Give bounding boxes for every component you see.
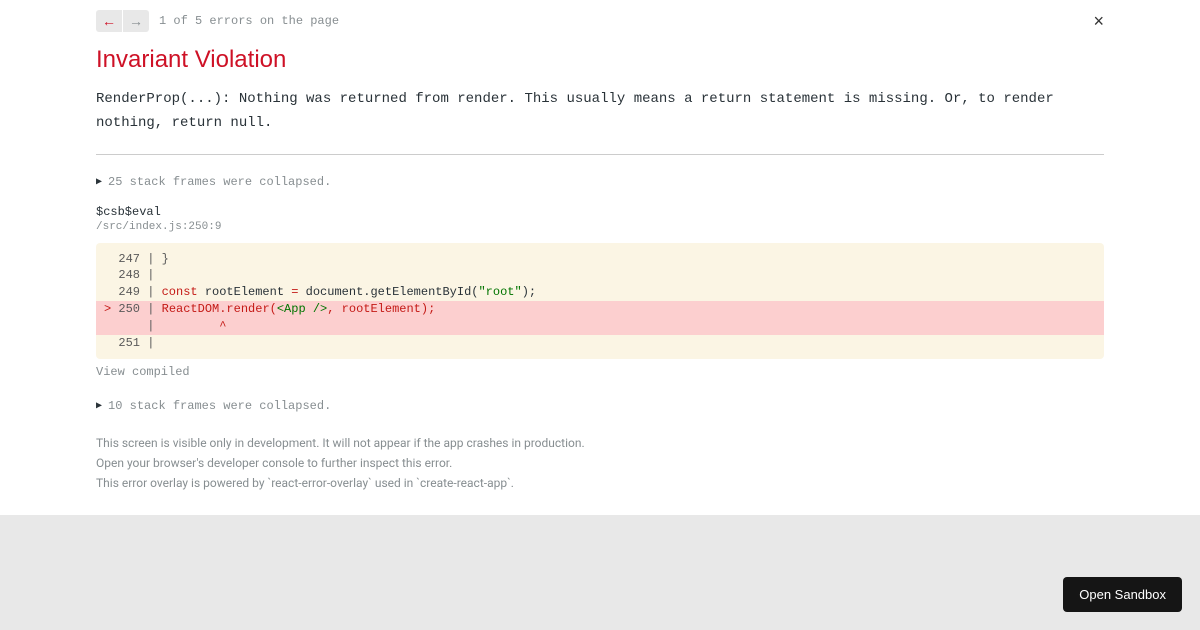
code-block: 247 | } 248 | 249 | const rootElement = … xyxy=(96,243,1104,360)
error-title: Invariant Violation xyxy=(96,46,1104,74)
code-gutter-250: 250 | xyxy=(111,302,161,316)
stack-collapse-label: 25 stack frames were collapsed. xyxy=(108,175,331,189)
view-compiled-link[interactable]: View compiled xyxy=(96,365,1104,379)
code-text: .render( xyxy=(219,302,277,316)
footer-line-2: Open your browser's developer console to… xyxy=(96,455,1104,472)
code-caret: ^ xyxy=(219,319,226,333)
prev-error-button[interactable]: ← xyxy=(96,10,122,32)
error-message: RenderProp(...): Nothing was returned fr… xyxy=(96,88,1104,136)
stack-collapse-bottom[interactable]: ▶ 10 stack frames were collapsed. xyxy=(96,399,1104,413)
stack-collapse-label: 10 stack frames were collapsed. xyxy=(108,399,331,413)
code-text: ); xyxy=(522,285,536,299)
expand-icon: ▶ xyxy=(96,176,102,188)
open-sandbox-button[interactable]: Open Sandbox xyxy=(1063,577,1182,612)
code-line-247: 247 | } xyxy=(104,252,169,266)
code-text: rootElement xyxy=(198,285,292,299)
footer-line-1: This screen is visible only in developme… xyxy=(96,435,1104,452)
close-icon[interactable]: × xyxy=(1093,12,1104,30)
code-line-251: 251 | xyxy=(104,336,162,350)
frame-name: $csb$eval xyxy=(96,205,1104,219)
code-string: "root" xyxy=(478,285,521,299)
nav-section: ← → 1 of 5 errors on the page xyxy=(96,10,339,32)
divider xyxy=(96,154,1104,155)
code-kw-const: const xyxy=(162,285,198,299)
error-counter: 1 of 5 errors on the page xyxy=(159,14,339,28)
stack-collapse-top[interactable]: ▶ 25 stack frames were collapsed. xyxy=(96,175,1104,189)
code-class: ReactDOM xyxy=(162,302,220,316)
code-line-248: 248 | xyxy=(104,268,162,282)
code-jsx: <App /> xyxy=(277,302,327,316)
error-overlay: ← → 1 of 5 errors on the page × Invarian… xyxy=(0,0,1200,515)
code-text: , rootElement); xyxy=(327,302,435,316)
code-gutter-249: 249 | xyxy=(104,285,162,299)
footer-text: This screen is visible only in developme… xyxy=(96,435,1104,491)
next-error-button[interactable]: → xyxy=(123,10,149,32)
code-caret-gutter: | xyxy=(104,319,219,333)
footer-line-3: This error overlay is powered by `react-… xyxy=(96,475,1104,492)
code-text: document.getElementById( xyxy=(298,285,478,299)
expand-icon: ▶ xyxy=(96,400,102,412)
frame-location[interactable]: /src/index.js:250:9 xyxy=(96,221,1104,233)
